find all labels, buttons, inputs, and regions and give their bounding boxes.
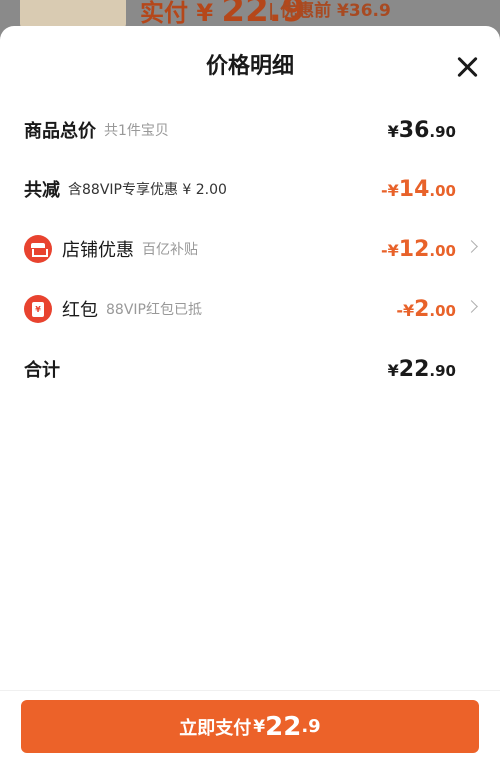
total-reduce-sub: 含88VIP专享优惠 ¥ 2.00: [68, 182, 227, 198]
close-icon[interactable]: [456, 56, 478, 78]
background-original-price: | 优惠前 ¥36.9: [268, 1, 391, 21]
red-packet-sub: 88VIP红包已抵: [106, 302, 202, 318]
goods-total-amount: ¥36.90: [387, 117, 456, 143]
total-reduce-amount: -¥14.00: [381, 176, 456, 202]
chevron-right-icon: [465, 240, 478, 253]
product-thumbnail: [20, 0, 126, 28]
divider: [0, 690, 500, 691]
row-total-reduce: 共减 含88VIP专享优惠 ¥ 2.00 -¥14.00: [24, 169, 476, 209]
row-goods-total: 商品总价 共1件宝贝 ¥36.90: [24, 110, 476, 150]
row-shop-discount[interactable]: 店铺优惠 百亿补贴 -¥12.00: [24, 229, 478, 269]
goods-total-sub: 共1件宝贝: [104, 123, 169, 139]
sum-amount: ¥22.90: [387, 356, 456, 382]
chevron-right-icon: [465, 300, 478, 313]
sheet-title: 价格明细: [205, 54, 294, 79]
shop-discount-amount: -¥12.00: [381, 236, 456, 262]
shop-icon: [24, 235, 52, 263]
row-sum: 合计 ¥22.90: [24, 349, 476, 389]
pay-now-button[interactable]: 立即支付 ¥ 22 .9: [21, 700, 479, 753]
red-packet-icon: ¥: [24, 295, 52, 323]
row-red-packet[interactable]: ¥ 红包 88VIP红包已抵 -¥2.00: [24, 289, 478, 329]
shop-discount-sub: 百亿补贴: [142, 242, 198, 258]
red-packet-amount: -¥2.00: [396, 296, 456, 322]
total-reduce-label: 共减: [24, 180, 60, 201]
goods-total-label: 商品总价: [24, 121, 96, 142]
shop-discount-label: 店铺优惠: [62, 240, 134, 261]
sum-label: 合计: [24, 360, 60, 381]
price-detail-sheet: 价格明细 商品总价 共1件宝贝 ¥36.90 共减 含88VIP专享优惠 ¥ 2…: [0, 26, 500, 773]
red-packet-label: 红包: [62, 300, 98, 321]
